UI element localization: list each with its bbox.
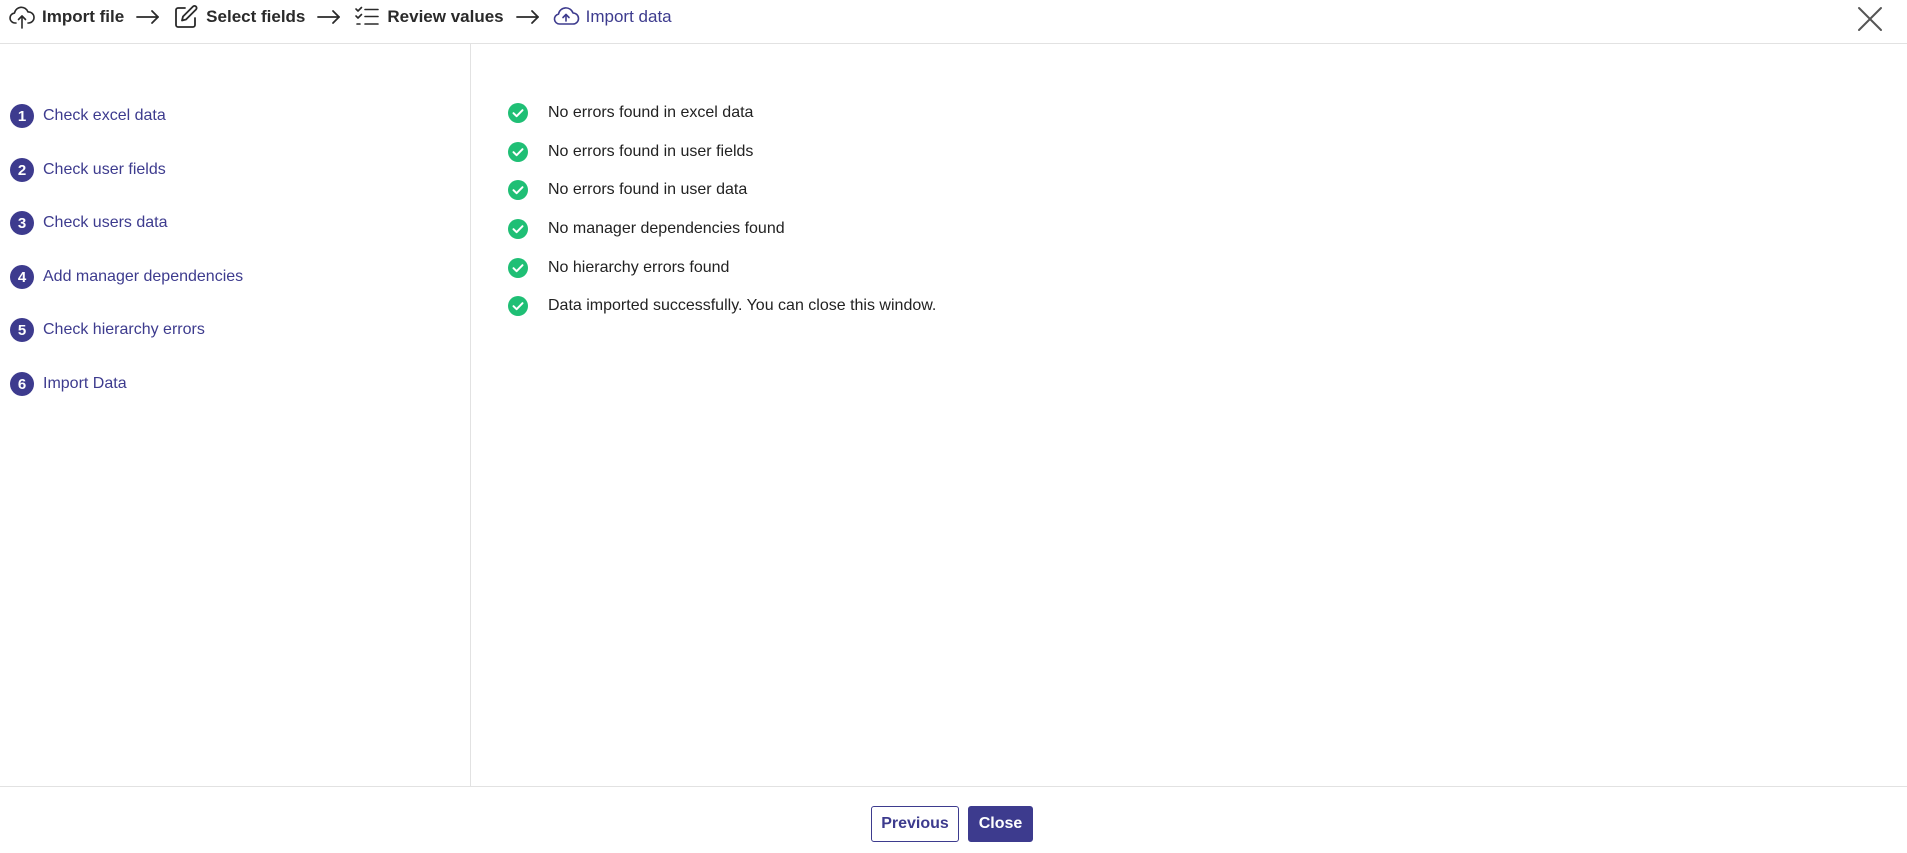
import-results-panel: No errors found in excel data No errors … bbox=[472, 44, 1907, 786]
sidebar-item-check-user-fields[interactable]: 2 Check user fields bbox=[10, 157, 166, 183]
sidebar-item-label: Check user fields bbox=[43, 161, 166, 178]
step-label: Review values bbox=[387, 7, 504, 26]
cloud-upload-icon bbox=[9, 6, 35, 29]
wizard-footer: Previous Close bbox=[0, 786, 1907, 853]
sidebar: 1 Check excel data 2 Check user fields 3… bbox=[0, 44, 471, 786]
sidebar-item-add-manager-dependencies[interactable]: 4 Add manager dependencies bbox=[10, 264, 243, 290]
result-item: No errors found in user data bbox=[507, 178, 747, 202]
step-number-badge: 1 bbox=[10, 104, 34, 128]
close-button[interactable]: Close bbox=[968, 806, 1033, 842]
sidebar-item-label: Check users data bbox=[43, 214, 168, 231]
step-label: Import file bbox=[42, 7, 125, 26]
check-circle-icon bbox=[508, 258, 528, 278]
step-number-badge: 6 bbox=[10, 372, 34, 396]
result-text: No errors found in user data bbox=[548, 181, 748, 198]
sidebar-item-label: Check excel data bbox=[43, 107, 166, 124]
arrow-right-icon bbox=[136, 9, 160, 25]
step-label: Select fields bbox=[206, 7, 306, 26]
checklist-icon bbox=[355, 6, 380, 25]
step-label: Import data bbox=[585, 7, 672, 26]
wizard-header: Import file Select fields Review values bbox=[0, 0, 1907, 44]
step-number-badge: 2 bbox=[10, 158, 34, 182]
check-circle-icon bbox=[508, 142, 528, 162]
sidebar-item-label: Import Data bbox=[43, 375, 127, 392]
sidebar-item-label: Check hierarchy errors bbox=[43, 321, 205, 338]
step-import-file[interactable]: Import file bbox=[8, 3, 124, 31]
wizard-steps: Import file Select fields Review values bbox=[8, 0, 672, 34]
step-select-fields[interactable]: Select fields bbox=[172, 3, 305, 31]
result-text: No errors found in excel data bbox=[548, 104, 754, 121]
result-item: No errors found in user fields bbox=[507, 140, 753, 164]
check-circle-icon bbox=[508, 103, 528, 123]
result-text: Data imported successfully. You can clos… bbox=[548, 297, 937, 314]
result-item: No manager dependencies found bbox=[507, 217, 785, 241]
edit-icon bbox=[175, 5, 198, 28]
sidebar-item-label: Add manager dependencies bbox=[43, 268, 244, 285]
step-review-values[interactable]: Review values bbox=[353, 3, 504, 31]
result-item-success: Data imported successfully. You can clos… bbox=[507, 294, 936, 318]
check-circle-icon bbox=[508, 219, 528, 239]
arrow-right-icon bbox=[515, 9, 540, 25]
result-text: No hierarchy errors found bbox=[548, 259, 730, 276]
sidebar-item-check-excel-data[interactable]: 1 Check excel data bbox=[10, 103, 166, 129]
check-circle-icon bbox=[508, 296, 528, 316]
sidebar-item-check-hierarchy-errors[interactable]: 5 Check hierarchy errors bbox=[10, 317, 205, 343]
result-item: No hierarchy errors found bbox=[507, 256, 729, 280]
step-import-data[interactable]: Import data bbox=[552, 3, 672, 31]
result-text: No errors found in user fields bbox=[548, 143, 754, 160]
result-item: No errors found in excel data bbox=[507, 101, 753, 125]
cloud-upload-icon bbox=[553, 7, 579, 25]
check-circle-icon bbox=[508, 180, 528, 200]
arrow-right-icon bbox=[317, 9, 341, 25]
step-number-badge: 4 bbox=[10, 265, 34, 289]
close-icon[interactable] bbox=[1855, 4, 1885, 34]
step-number-badge: 5 bbox=[10, 318, 34, 342]
sidebar-item-import-data[interactable]: 6 Import Data bbox=[10, 371, 127, 397]
previous-button[interactable]: Previous bbox=[871, 806, 959, 842]
sidebar-item-check-users-data[interactable]: 3 Check users data bbox=[10, 210, 168, 236]
step-number-badge: 3 bbox=[10, 211, 34, 235]
result-text: No manager dependencies found bbox=[548, 220, 785, 237]
